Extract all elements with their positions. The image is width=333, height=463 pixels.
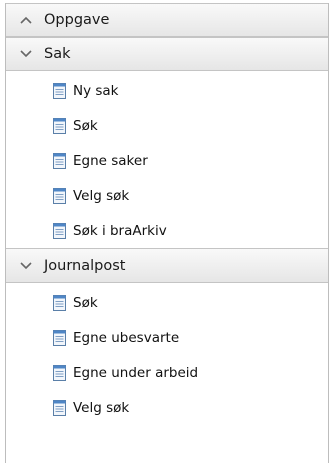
menu-item-label: Søk <box>73 117 98 134</box>
section-title: Journalpost <box>44 257 126 274</box>
section-title: Oppgave <box>44 12 110 28</box>
document-icon <box>52 117 67 134</box>
section-body-journalpost: Søk Egne ubesvarte Egne under arbeid Vel… <box>6 283 328 425</box>
section-header-sak[interactable]: Sak <box>6 37 328 71</box>
document-icon <box>52 82 67 99</box>
document-icon <box>52 152 67 169</box>
menu-item-egne-under-arbeid[interactable]: Egne under arbeid <box>6 355 328 390</box>
document-icon <box>52 329 67 346</box>
document-icon <box>52 364 67 381</box>
section-title: Sak <box>44 46 71 62</box>
section-body-sak: Ny sak Søk Egne saker Velg søk Søk i bra… <box>6 71 328 249</box>
document-icon <box>52 294 67 311</box>
document-icon <box>52 222 67 239</box>
menu-item-sok[interactable]: Søk <box>6 108 328 143</box>
chevron-down-icon <box>18 258 34 274</box>
menu-item-label: Egne under arbeid <box>73 364 199 381</box>
document-icon <box>52 187 67 204</box>
chevron-up-icon <box>18 12 34 28</box>
section-header-journalpost[interactable]: Journalpost <box>6 249 328 283</box>
menu-item-ny-sak[interactable]: Ny sak <box>6 73 328 108</box>
menu-item-label: Egne saker <box>73 152 148 169</box>
menu-item-label: Ny sak <box>73 82 119 99</box>
menu-item-label: Velg søk <box>73 399 130 416</box>
menu-item-label: Søk <box>73 294 98 311</box>
document-icon <box>52 399 67 416</box>
menu-item-label: Søk i braArkiv <box>73 222 167 239</box>
menu-item-velg-sok[interactable]: Velg søk <box>6 390 328 425</box>
menu-item-label: Egne ubesvarte <box>73 329 180 346</box>
menu-item-egne-saker[interactable]: Egne saker <box>6 143 328 178</box>
section-header-oppgave[interactable]: Oppgave <box>6 3 328 37</box>
menu-item-sok-i-braarkiv[interactable]: Søk i braArkiv <box>6 213 328 248</box>
menu-item-egne-ubesvarte[interactable]: Egne ubesvarte <box>6 320 328 355</box>
menu-item-velg-sok[interactable]: Velg søk <box>6 178 328 213</box>
navigation-panel: Oppgave Sak Ny sak Søk Egne saker Velg s… <box>5 3 329 463</box>
menu-item-label: Velg søk <box>73 187 130 204</box>
menu-item-sok[interactable]: Søk <box>6 285 328 320</box>
chevron-down-icon <box>18 46 34 62</box>
